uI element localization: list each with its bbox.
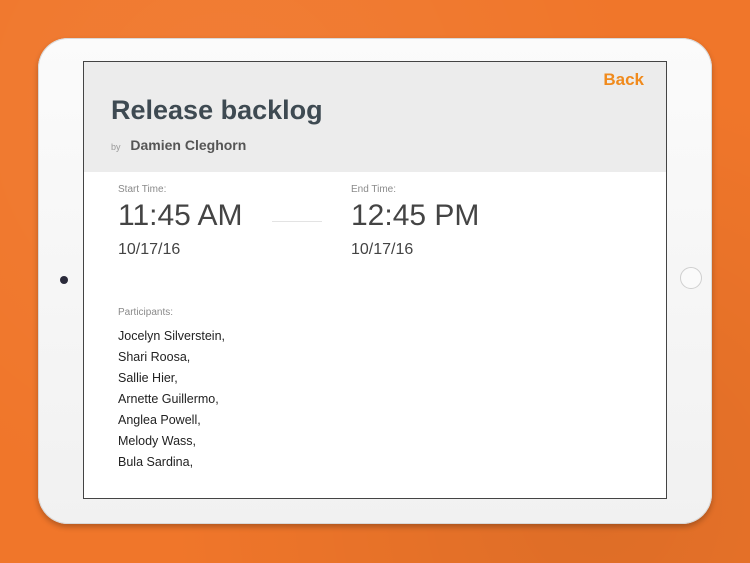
- time-section: Start Time: 11:45 AM 10/17/16 End Time: …: [84, 172, 666, 292]
- app-screen: Back Release backlog by Damien Cleghorn …: [83, 61, 667, 499]
- end-date-value: 10/17/16: [351, 241, 414, 258]
- participant-item: Anglea Powell,: [118, 413, 201, 427]
- camera-dot: [60, 276, 68, 284]
- back-button[interactable]: Back: [603, 70, 644, 90]
- participant-item: Melody Wass,: [118, 434, 197, 448]
- end-time-label: End Time:: [351, 184, 397, 195]
- participants-section: Participants: Jocelyn Silverstein, Shari…: [118, 307, 225, 473]
- start-time-value: 11:45 AM: [118, 199, 243, 232]
- participant-item: Bula Sardina,: [118, 455, 194, 469]
- participant-item: Arnette Guillermo,: [118, 392, 219, 406]
- start-date-value: 10/17/16: [118, 241, 181, 258]
- participant-item: Shari Roosa,: [118, 350, 191, 364]
- participant-item: Sallie Hier,: [118, 371, 178, 385]
- home-button[interactable]: [680, 267, 702, 289]
- byline: by Damien Cleghorn: [111, 137, 246, 153]
- author-name: Damien Cleghorn: [130, 137, 247, 153]
- event-header: Back Release backlog by Damien Cleghorn: [84, 62, 666, 172]
- start-time-block: Start Time: 11:45 AM 10/17/16: [118, 184, 243, 259]
- participant-item: Jocelyn Silverstein,: [118, 329, 225, 343]
- end-time-value: 12:45 PM: [351, 199, 480, 232]
- end-time-block: End Time: 12:45 PM 10/17/16: [351, 184, 479, 259]
- tablet-frame: Back Release backlog by Damien Cleghorn …: [38, 38, 712, 524]
- participants-label: Participants:: [118, 307, 174, 318]
- start-time-label: Start Time:: [118, 184, 167, 195]
- time-separator: [272, 221, 322, 222]
- by-label: by: [111, 142, 121, 152]
- page-title: Release backlog: [111, 95, 323, 125]
